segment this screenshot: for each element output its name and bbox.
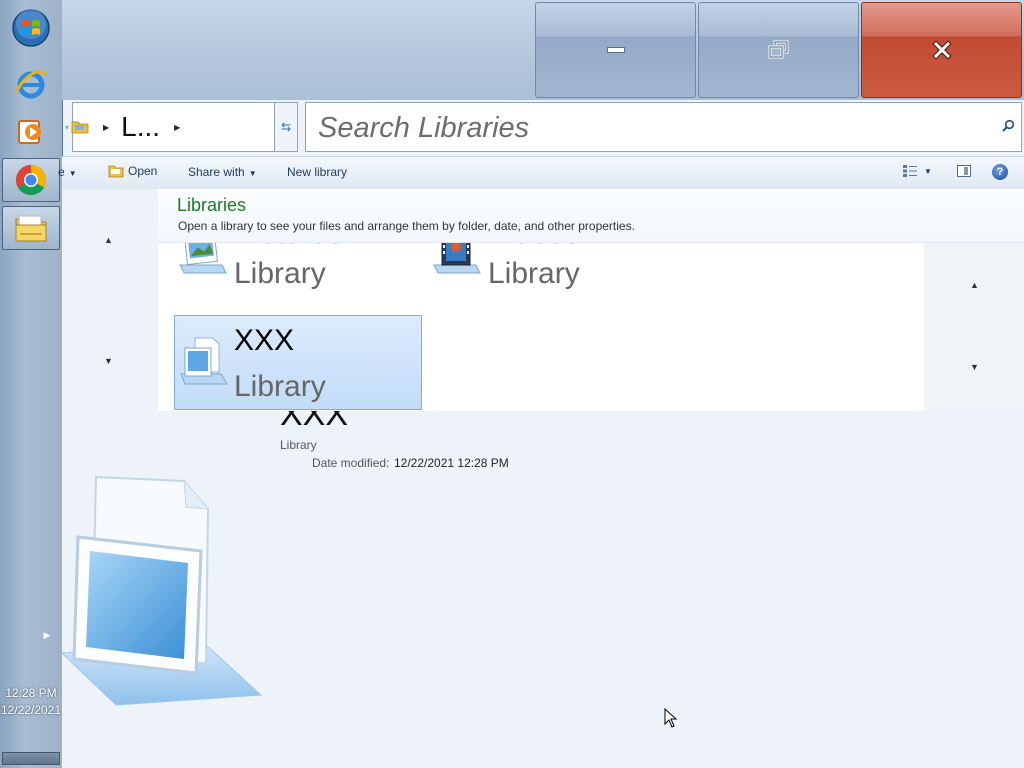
details-pane: XXX Library Date modified: 12/22/2021 12… (62, 411, 1024, 768)
organize-label: e (58, 165, 65, 179)
media-player-icon (18, 120, 41, 144)
scroll-down-arrow-icon[interactable]: ▼ (970, 362, 979, 372)
change-view-button[interactable]: ▼ (902, 164, 932, 178)
internet-explorer-icon (14, 70, 47, 99)
close-button[interactable] (861, 2, 1022, 98)
clock-date: 12/22/2021 (0, 703, 62, 717)
vertical-scrollbar[interactable]: ▲ ▼ (924, 242, 1024, 411)
open-folder-icon (108, 165, 124, 178)
new-library-button[interactable]: New library (287, 165, 347, 179)
clock-time: 12:28 PM (5, 686, 57, 700)
navigation-pane: ▲ ▼ (62, 189, 159, 411)
restore-icon (768, 40, 788, 59)
search-box[interactable] (305, 102, 1022, 152)
taskbar-media-player[interactable] (2, 110, 60, 154)
library-header: Libraries Open a library to see your fil… (158, 189, 1024, 243)
refresh-button[interactable]: ⇆ (274, 102, 298, 152)
nav-history-arrow-icon[interactable]: ▾ (65, 123, 69, 132)
libraries-folder-icon (71, 121, 89, 134)
breadcrumb-current[interactable]: L... (121, 111, 160, 143)
taskbar: ▶ 12:28 PM 12/22/2021 (0, 0, 63, 768)
close-icon (931, 40, 952, 60)
show-desktop-button[interactable] (2, 752, 60, 765)
documents-library-large-icon (62, 475, 263, 706)
explorer-window: ▾ ▶ L... ▶ ▼ ⇆ e▼ Open Share wit (58, 0, 1024, 768)
help-icon[interactable]: ? (992, 164, 1008, 180)
documents-library-icon (180, 337, 228, 385)
share-with-label: Share with (188, 165, 245, 179)
tile-type: Library (234, 257, 326, 290)
chevron-down-icon: ▼ (924, 166, 932, 176)
breadcrumb-arrow-icon[interactable]: ▶ (103, 123, 109, 132)
windows-logo-icon (12, 9, 50, 47)
page-title: Libraries (177, 195, 247, 215)
open-button[interactable]: Open (108, 164, 157, 178)
new-library-label: New library (287, 165, 348, 179)
minimize-button[interactable] (535, 2, 696, 98)
scroll-down-arrow-icon[interactable]: ▼ (104, 356, 113, 366)
taskbar-chrome[interactable] (2, 158, 60, 202)
search-input[interactable] (316, 109, 980, 147)
search-icon[interactable] (1001, 119, 1015, 133)
taskbar-clock[interactable]: 12:28 PM 12/22/2021 (0, 685, 62, 719)
view-options-icon (903, 165, 917, 177)
preview-pane-icon[interactable] (957, 165, 971, 177)
details-date-value: 12/22/2021 12:28 PM (394, 456, 509, 470)
folder-icon (15, 215, 47, 242)
title-bar[interactable] (62, 0, 1024, 100)
library-tile-xxx[interactable]: XXX Library (174, 315, 422, 410)
details-item-type: Library (280, 438, 317, 452)
tile-type: Library (488, 257, 580, 290)
chrome-icon (15, 165, 47, 196)
organize-button[interactable]: e ▼ (58, 165, 77, 179)
share-with-button[interactable]: Share with ▼ (188, 165, 257, 179)
scroll-up-arrow-icon[interactable]: ▲ (104, 235, 113, 245)
refresh-icon: ⇆ (280, 120, 292, 134)
address-bar[interactable]: ▾ ▶ L... ▶ ▼ (65, 102, 297, 152)
chevron-down-icon: ▼ (248, 169, 257, 178)
taskbar-explorer[interactable] (2, 206, 60, 250)
tile-name: XXX (234, 324, 295, 357)
open-label: Open (128, 164, 158, 178)
details-date-label: Date modified: (312, 456, 390, 470)
restore-button[interactable] (698, 2, 859, 98)
start-button[interactable] (2, 6, 60, 50)
library-description: Open a library to see your files and arr… (178, 219, 635, 233)
tray-expand-arrow-icon[interactable]: ▶ (40, 630, 54, 646)
file-list: Libraries Open a library to see your fil… (158, 189, 1024, 412)
tile-type: Library (234, 370, 326, 403)
minimize-icon (606, 47, 625, 53)
taskbar-internet-explorer[interactable] (2, 62, 60, 106)
command-bar: e ▼ Open Share with ▼ New library ▼ ? (58, 156, 1024, 190)
details-item-name: XXX (280, 411, 349, 433)
breadcrumb-arrow-icon[interactable]: ▶ (174, 123, 180, 132)
scroll-up-arrow-icon[interactable]: ▲ (970, 280, 979, 290)
mouse-cursor-icon (664, 708, 678, 728)
chevron-down-icon: ▼ (68, 169, 77, 178)
